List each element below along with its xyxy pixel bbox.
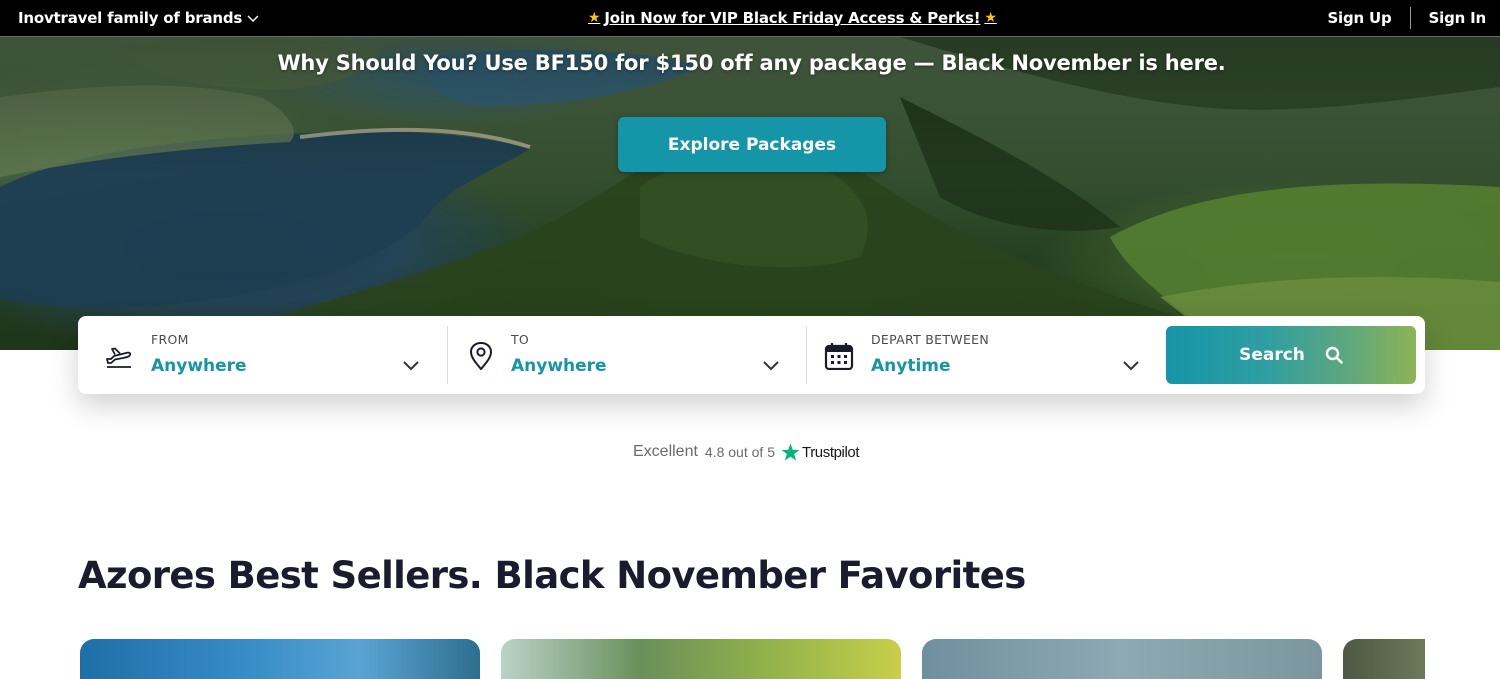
package-card[interactable] [1343, 639, 1425, 679]
from-value: Anywhere [151, 356, 247, 376]
hero-headline: Why Should You? Use BF150 for $150 off a… [277, 51, 1226, 75]
brands-label: Inovtravel family of brands [18, 9, 243, 27]
package-card[interactable] [922, 639, 1322, 679]
to-label: TO [511, 332, 530, 347]
chevron-down-icon [763, 361, 779, 371]
top-bar: Inovtravel family of brands ★ Join Now f… [0, 0, 1500, 37]
search-button[interactable]: Search [1166, 326, 1416, 384]
promo-link[interactable]: ★ Join Now for VIP Black Friday Access &… [584, 0, 1001, 36]
depart-label: DEPART BETWEEN [871, 332, 990, 347]
chevron-down-icon [403, 361, 419, 371]
to-value: Anywhere [511, 356, 607, 376]
calendar-icon [824, 343, 854, 370]
sign-up-link[interactable]: Sign Up [1327, 9, 1391, 27]
star-icon: ★ [984, 10, 997, 26]
airplane-departure-icon [106, 347, 132, 368]
chevron-down-icon [247, 15, 259, 23]
package-card[interactable] [501, 639, 901, 679]
sign-in-link[interactable]: Sign In [1429, 9, 1487, 27]
star-icon: ★ [588, 10, 601, 26]
search-panel: FROM Anywhere TO Anywhere DEPART BETWEEN… [78, 316, 1425, 394]
explore-packages-button[interactable]: Explore Packages [618, 117, 886, 172]
depart-field[interactable]: DEPART BETWEEN Anytime [798, 316, 1167, 394]
trustpilot-rating: 4.8 out of 5 [704, 444, 775, 460]
trustpilot-widget[interactable]: Excellent 4.8 out of 5 Trustpilot [633, 440, 860, 464]
promo-text: Join Now for VIP Black Friday Access & P… [604, 9, 981, 27]
search-button-label: Search [1239, 345, 1305, 365]
trustpilot-word: Excellent [633, 443, 698, 460]
to-field[interactable]: TO Anywhere [438, 316, 807, 394]
chevron-down-icon [1123, 361, 1139, 371]
auth-divider [1409, 7, 1411, 29]
trustpilot-brand: Trustpilot [801, 443, 860, 461]
depart-value: Anytime [871, 356, 951, 376]
brands-menu[interactable]: Inovtravel family of brands [18, 0, 260, 36]
package-card[interactable] [80, 639, 480, 679]
from-field[interactable]: FROM Anywhere [78, 316, 447, 394]
hero-overlay [0, 37, 1500, 350]
search-icon [1325, 346, 1343, 364]
auth-links: Sign Up Sign In [1327, 0, 1486, 36]
trustpilot-star-icon [781, 442, 800, 461]
from-label: FROM [151, 332, 189, 347]
map-pin-icon [469, 342, 493, 370]
section-title: Azores Best Sellers. Black November Favo… [78, 554, 1026, 597]
hero-banner: Why Should You? Use BF150 for $150 off a… [0, 37, 1500, 350]
